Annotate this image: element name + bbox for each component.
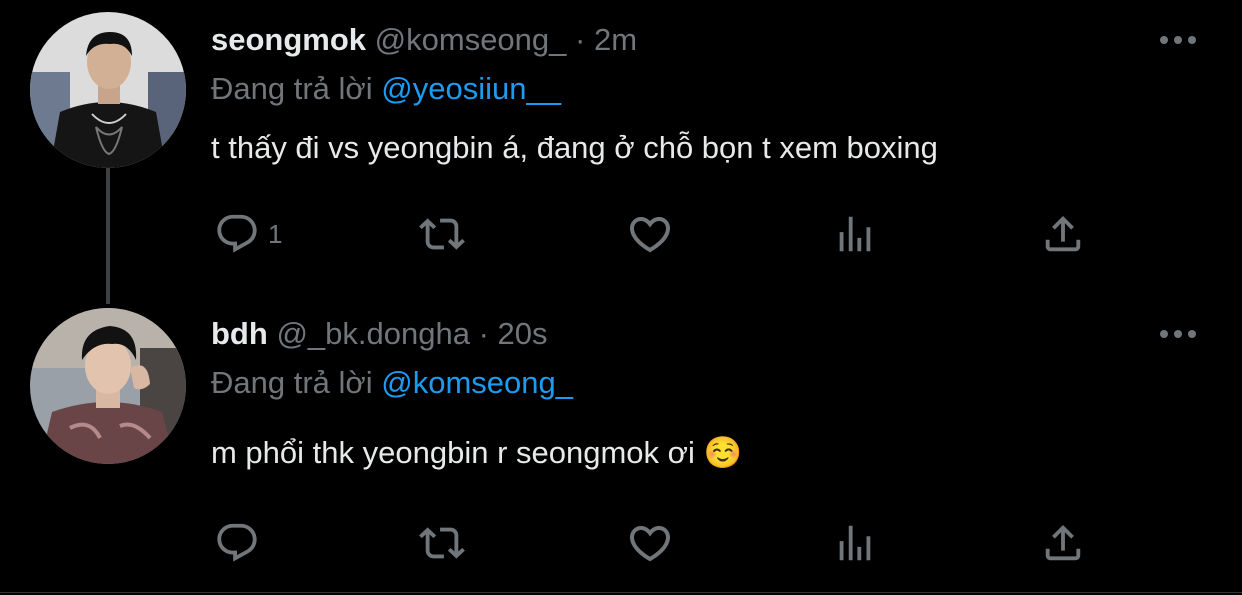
views-button[interactable] xyxy=(832,515,878,571)
reply-icon xyxy=(217,214,257,253)
reply-context: Đang trả lời @komseong_ xyxy=(211,365,573,401)
retweet-button[interactable] xyxy=(414,515,470,571)
tweet-text: m phổi thk yeongbin r seongmok ơi ☺️ xyxy=(211,435,743,470)
retweet-button[interactable] xyxy=(414,206,470,262)
display-name[interactable]: seongmok xyxy=(211,22,366,57)
more-icon[interactable] xyxy=(1160,327,1200,341)
tweet-header: seongmok @komseong_ · 2m xyxy=(211,22,637,58)
avatar-seongmok[interactable] xyxy=(30,12,186,168)
reply-mention[interactable]: @yeosiiun__ xyxy=(381,71,561,106)
action-bar: 1 xyxy=(0,206,1242,266)
avatar-bdh[interactable] xyxy=(30,308,186,464)
like-button[interactable] xyxy=(626,206,674,262)
share-icon xyxy=(1045,524,1081,561)
more-icon[interactable] xyxy=(1160,33,1200,47)
separator: · xyxy=(478,316,489,351)
heart-icon xyxy=(629,526,671,562)
heart-icon xyxy=(629,217,671,253)
tweet-text: t thấy đi vs yeongbin á, đang ở chỗ bọn … xyxy=(211,130,938,165)
retweet-icon xyxy=(419,527,465,559)
separator: · xyxy=(575,22,586,57)
views-icon xyxy=(839,216,871,252)
handle[interactable]: @_bk.dongha xyxy=(276,316,470,351)
reply-count: 1 xyxy=(268,218,283,249)
reply-prefix: Đang trả lời xyxy=(211,71,373,106)
divider xyxy=(0,592,1242,593)
views-icon xyxy=(839,525,871,561)
retweet-icon xyxy=(419,218,465,250)
reply-button[interactable]: 1 xyxy=(214,206,282,262)
share-button[interactable] xyxy=(1040,206,1086,262)
share-button[interactable] xyxy=(1040,515,1086,571)
tweet-header: bdh @_bk.dongha · 20s xyxy=(211,316,548,352)
action-bar xyxy=(0,515,1242,575)
tweet-1[interactable]: seongmok @komseong_ · 2m Đang trả lời @y… xyxy=(0,0,1242,304)
reply-prefix: Đang trả lời xyxy=(211,365,373,400)
reply-icon xyxy=(217,523,257,562)
timestamp[interactable]: 20s xyxy=(498,316,548,351)
display-name[interactable]: bdh xyxy=(211,316,268,351)
reply-mention[interactable]: @komseong_ xyxy=(381,365,573,400)
share-icon xyxy=(1045,215,1081,252)
timestamp[interactable]: 2m xyxy=(594,22,637,57)
reply-button[interactable] xyxy=(214,515,268,571)
like-button[interactable] xyxy=(626,515,674,571)
tweet-2[interactable]: bdh @_bk.dongha · 20s Đang trả lời @koms… xyxy=(0,300,1242,592)
views-button[interactable] xyxy=(832,206,878,262)
handle[interactable]: @komseong_ xyxy=(375,22,567,57)
reply-context: Đang trả lời @yeosiiun__ xyxy=(211,71,561,107)
